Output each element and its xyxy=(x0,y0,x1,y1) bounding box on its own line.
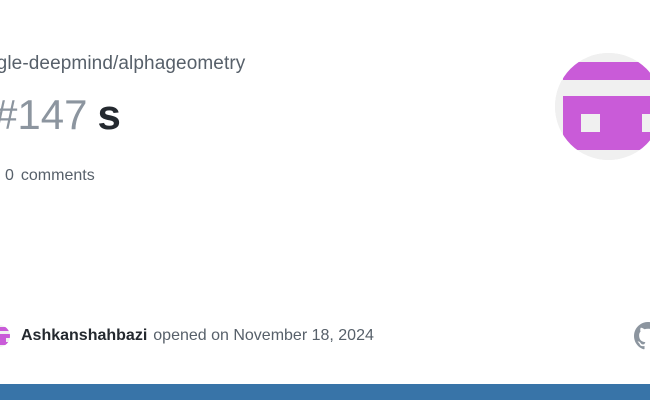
opened-date: opened on November 18, 2024 xyxy=(153,327,374,344)
comment-label: comments xyxy=(20,167,95,184)
footer-color-bar xyxy=(0,384,650,400)
issue-title: s xyxy=(97,91,121,138)
identicon-avatar xyxy=(0,325,10,347)
author-avatar[interactable] xyxy=(0,325,10,347)
identicon-avatar xyxy=(555,53,650,160)
comment-count: 0 xyxy=(5,167,14,184)
repo-path[interactable]: ogle-deepmind/alphageometry xyxy=(0,53,245,75)
repo-owner-avatar[interactable] xyxy=(555,53,650,160)
issue-heading: #147 s xyxy=(0,89,121,141)
issue-number: #147 xyxy=(0,91,88,138)
comment-stats: 0 comments xyxy=(5,167,95,185)
issue-meta: Ashkanshahbazi opened on November 18, 20… xyxy=(0,322,374,350)
github-mark-icon xyxy=(634,322,650,350)
author-name[interactable]: Ashkanshahbazi xyxy=(21,327,147,345)
issue-social-card: ogle-deepmind/alphageometry #147 s 0 comme… xyxy=(0,0,650,400)
